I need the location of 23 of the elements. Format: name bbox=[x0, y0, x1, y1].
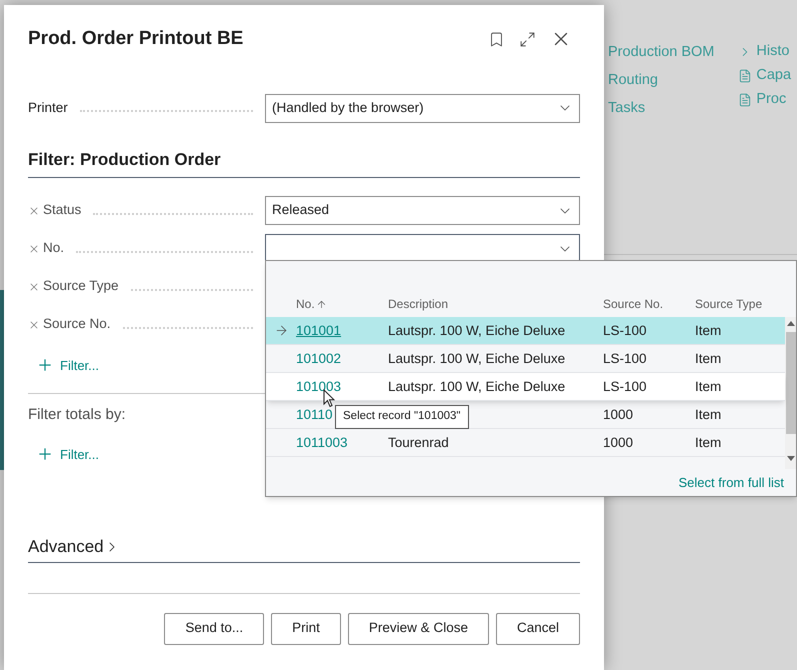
description-cell: Lautspr. 100 W, Eiche Deluxe bbox=[388, 350, 566, 366]
filter-label: Source No. bbox=[43, 315, 111, 334]
section-title: Filter: Production Order bbox=[28, 149, 222, 171]
source-type-cell: Item bbox=[695, 406, 722, 422]
source-number-cell: LS-100 bbox=[603, 378, 647, 394]
description-cell: Tourenrad bbox=[388, 434, 449, 450]
filter-label: Status bbox=[43, 201, 82, 220]
printer-label: Printer bbox=[28, 98, 68, 117]
description-cell: Lautspr. 100 W, Eiche Deluxe bbox=[388, 378, 566, 394]
filter-label: Source Type bbox=[43, 277, 119, 296]
filter-totals-label: Filter totals by: bbox=[28, 405, 126, 425]
source-number-cell: LS-100 bbox=[603, 322, 647, 338]
source-type-cell: Item bbox=[695, 350, 722, 366]
source-type-cell: Item bbox=[695, 378, 722, 394]
description-cell: Lautspr. 100 W, Eiche Deluxe bbox=[388, 322, 566, 338]
source-type-cell: Item bbox=[695, 322, 722, 338]
source-type-cell: Item bbox=[695, 434, 722, 450]
dialog-title: Prod. Order Printout BE bbox=[28, 26, 244, 51]
source-number-cell: LS-100 bbox=[603, 350, 647, 366]
source-number-cell: 1000 bbox=[603, 434, 634, 450]
tooltip: Select record "101003" bbox=[335, 405, 468, 429]
source-number-cell: 1000 bbox=[603, 406, 634, 422]
filter-label: No. bbox=[43, 239, 64, 258]
